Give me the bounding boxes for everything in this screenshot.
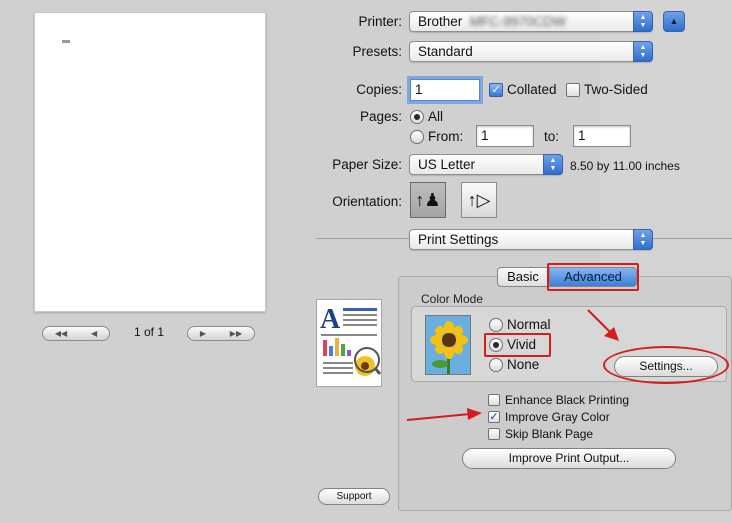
print-dialog: ◀◀ ◀ 1 of 1 ▶ ▶▶ Printer: Brother MFC-99… xyxy=(0,0,732,523)
arrow-to-settings-icon xyxy=(587,309,619,341)
annotation-arrows xyxy=(406,309,619,421)
arrow-to-improve-gray-icon xyxy=(406,408,482,421)
